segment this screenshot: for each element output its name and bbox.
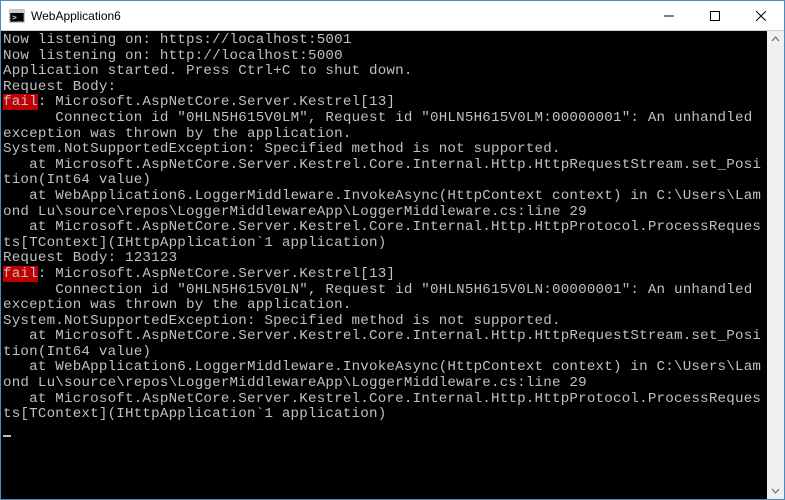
- chevron-down-icon: [771, 486, 780, 495]
- client-area: Now listening on: https://localhost:5001…: [1, 31, 784, 499]
- close-button[interactable]: [738, 1, 784, 31]
- fail-tag: fail: [3, 94, 38, 110]
- console-text: : Microsoft.AspNetCore.Server.Kestrel[13…: [38, 266, 395, 282]
- console-text: Connection id "0HLN5H615V0LM", Request i…: [3, 110, 761, 266]
- maximize-icon: [710, 11, 720, 21]
- minimize-button[interactable]: [646, 1, 692, 31]
- vertical-scrollbar[interactable]: [767, 31, 784, 499]
- minimize-icon: [664, 11, 674, 21]
- chevron-up-icon: [771, 35, 780, 44]
- scroll-up-button[interactable]: [767, 31, 784, 48]
- app-window: >_ WebApplication6 Now listening on: htt…: [0, 0, 785, 500]
- console-icon: >_: [9, 8, 25, 24]
- fail-tag: fail: [3, 266, 38, 282]
- maximize-button[interactable]: [692, 1, 738, 31]
- cursor: [3, 435, 11, 437]
- scroll-down-button[interactable]: [767, 482, 784, 499]
- console-text: : Microsoft.AspNetCore.Server.Kestrel[13…: [38, 94, 395, 110]
- scroll-track[interactable]: [767, 48, 784, 482]
- titlebar[interactable]: >_ WebApplication6: [1, 1, 784, 31]
- console-output[interactable]: Now listening on: https://localhost:5001…: [1, 31, 767, 499]
- svg-text:>_: >_: [12, 13, 22, 22]
- console-text: Now listening on: https://localhost:5001…: [3, 32, 413, 95]
- window-title: WebApplication6: [31, 9, 121, 23]
- close-icon: [756, 11, 766, 21]
- console-text: Connection id "0HLN5H615V0LN", Request i…: [3, 282, 761, 423]
